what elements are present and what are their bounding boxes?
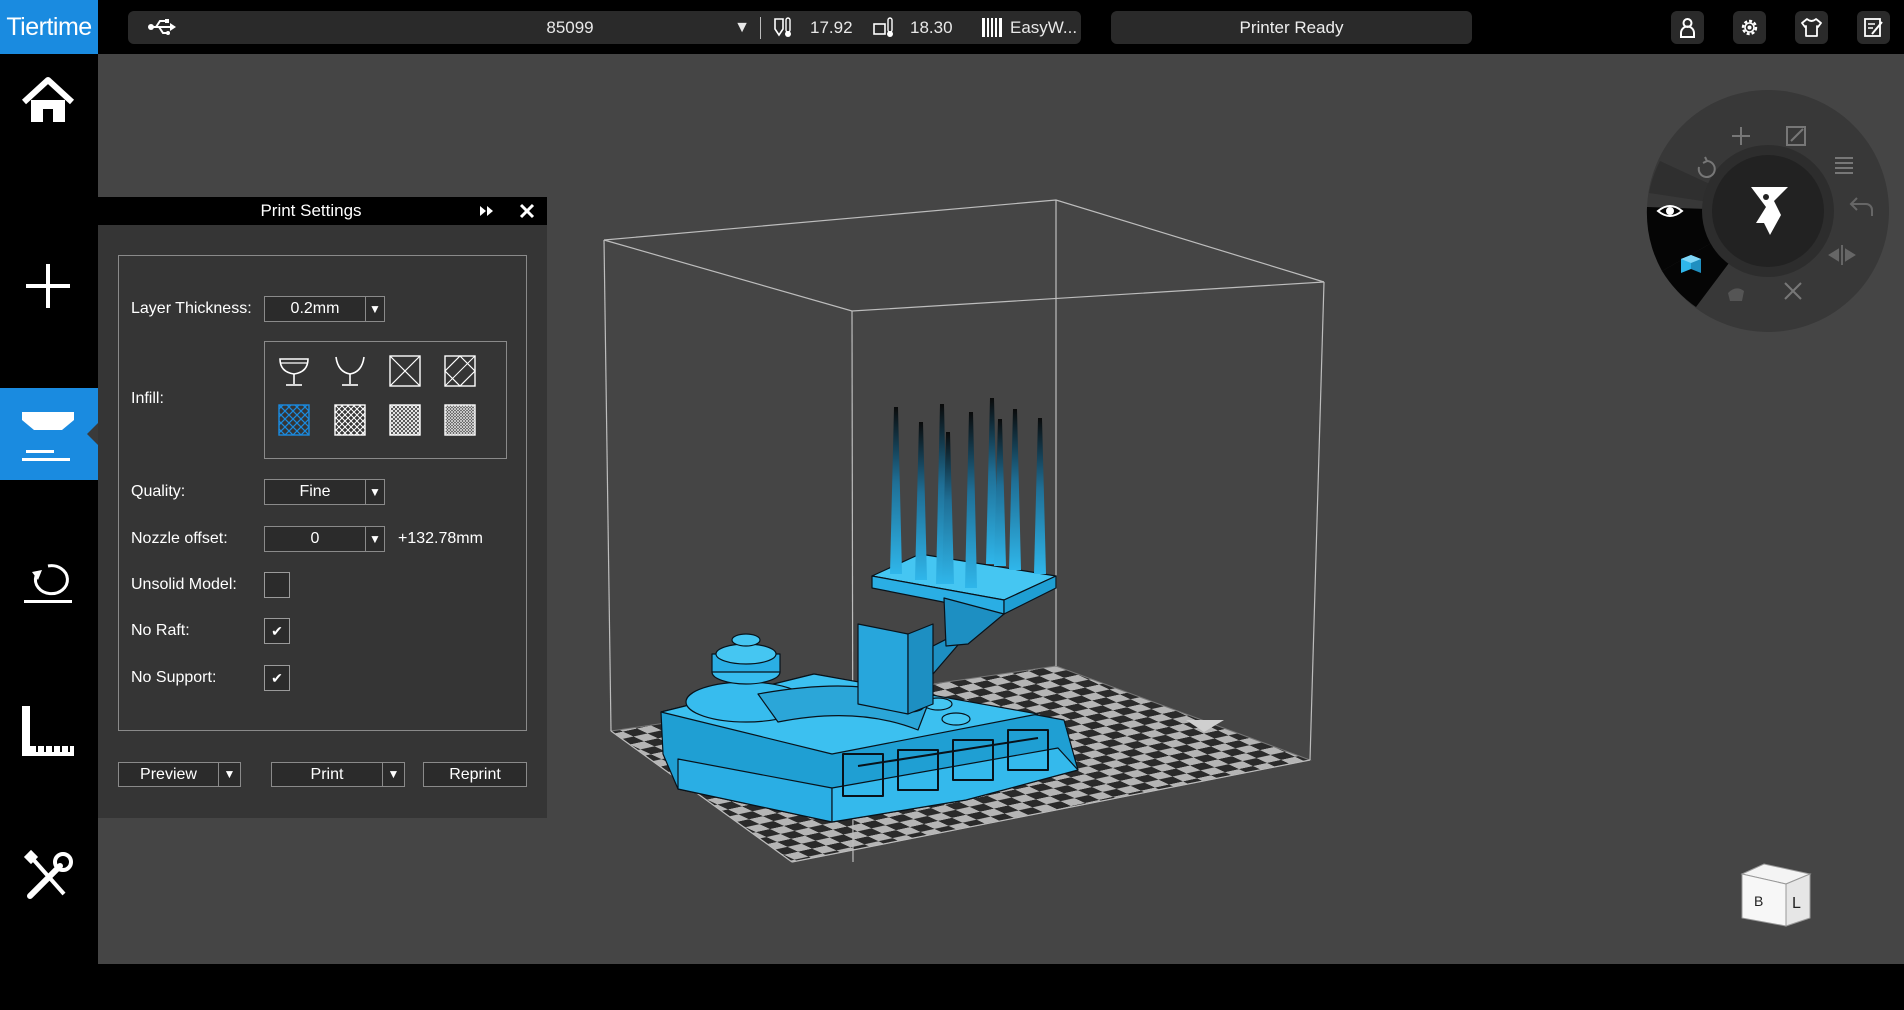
infill-dense-cross-option[interactable] [388,403,422,437]
account-icon [1680,18,1695,38]
chevron-down-icon: ▼ [365,527,384,551]
nozzle-offset-select[interactable]: 0 ▼ [264,526,385,552]
infill-label: Infill: [131,390,164,407]
tools-icon [23,849,73,899]
top-bar: Tiertime 85099 ▼ 17.92 18.30 EasyW... Pr… [0,0,1904,54]
reprint-button[interactable]: Reprint [423,762,527,787]
infill-medium-cross-option[interactable] [333,403,367,437]
notes-button[interactable] [1857,11,1890,44]
settings-button[interactable] [1733,11,1766,44]
infill-diagonal-cell-option[interactable] [443,354,477,388]
chevron-down-icon: ▼ [365,480,384,504]
panel-header: Print Settings [98,197,547,225]
calibrate-icon [24,564,72,603]
reprint-label: Reprint [449,766,501,783]
infill-shell-option[interactable] [277,354,311,388]
no-raft-checkbox[interactable]: ✔ [264,618,290,644]
print-label: Print [310,766,344,783]
plus-icon [26,264,70,308]
print-settings-panel: Print Settings Layer Thickness: 0.2mm ▼ … [98,197,547,818]
view-cube[interactable]: B L [1738,860,1812,928]
panel-title: Print Settings [260,201,362,220]
close-icon[interactable] [518,202,536,220]
sidebar-item-add[interactable] [0,240,98,332]
layer-thickness-select[interactable]: 0.2mm ▼ [264,296,385,322]
printer-connection-bar[interactable]: 85099 ▼ 17.92 18.30 EasyW... [128,11,1081,44]
preview-label: Preview [140,766,197,783]
usb-icon [148,19,176,35]
sidebar-item-home[interactable] [0,54,98,146]
shirt-icon [1801,18,1822,37]
infill-fine-cross-option[interactable] [277,403,311,437]
printer-status: Printer Ready [1111,11,1472,44]
preview-dropdown-icon[interactable]: ▼ [218,763,240,786]
bed-temperature: 18.30 [910,18,953,37]
divider [760,17,761,39]
nozzle-offset-label: Nozzle offset: [131,530,228,547]
infill-solid-option[interactable] [443,403,477,437]
expand-icon[interactable] [478,202,496,220]
chevron-down-icon: ▼ [365,297,384,321]
material-name: EasyW... [1010,18,1078,37]
no-support-label: No Support: [131,669,217,686]
printer-dropdown-button[interactable]: ▼ [728,11,756,44]
preview-button[interactable]: Preview ▼ [118,762,241,787]
nozzle-temperature: 17.92 [810,18,853,37]
nozzle-offset-value: 0 [310,530,320,547]
quality-value: Fine [299,483,331,500]
app-logo: Tiertime [0,0,98,54]
sidebar-item-print[interactable] [0,388,99,480]
no-raft-label: No Raft: [131,622,190,639]
no-support-checkbox[interactable]: ✔ [264,665,290,691]
sidebar-item-tools[interactable] [0,830,98,922]
material-button[interactable] [1795,11,1828,44]
quality-select[interactable]: Fine ▼ [264,479,385,505]
settings-group: Layer Thickness: 0.2mm ▼ Infill: Quality… [118,255,527,731]
printer-id: 85099 [546,18,594,37]
3d-model[interactable] [660,398,1079,823]
view-cube-right-face: L [1792,895,1801,912]
infill-options [264,341,507,459]
account-button[interactable] [1671,11,1704,44]
gear-icon [1741,19,1758,36]
print-icon [22,412,74,461]
radial-tool-menu [1646,90,1889,332]
layer-thickness-value: 0.2mm [290,300,340,317]
infill-large-cell-option[interactable] [388,354,422,388]
print-button[interactable]: Print ▼ [271,762,405,787]
filament-icon [982,18,1002,37]
sidebar-item-measure[interactable] [0,684,98,776]
infill-surface-option[interactable] [333,354,367,388]
bottom-bar [0,964,1904,1010]
unsolid-model-checkbox[interactable] [264,572,290,598]
home-icon [21,77,75,122]
sidebar [0,54,99,964]
print-dropdown-icon[interactable]: ▼ [382,763,404,786]
sidebar-item-calibrate[interactable] [0,534,98,626]
unsolid-model-label: Unsolid Model: [131,576,237,593]
nozzle-offset-height: +132.78mm [398,530,483,547]
bed-thermometer-icon [873,17,893,37]
layer-thickness-label: Layer Thickness: [131,300,252,317]
nozzle-thermometer-icon [774,17,791,37]
view-cube-left-face: B [1754,893,1763,909]
ruler-icon [22,706,74,756]
edit-icon [1864,18,1883,37]
quality-label: Quality: [131,483,186,500]
